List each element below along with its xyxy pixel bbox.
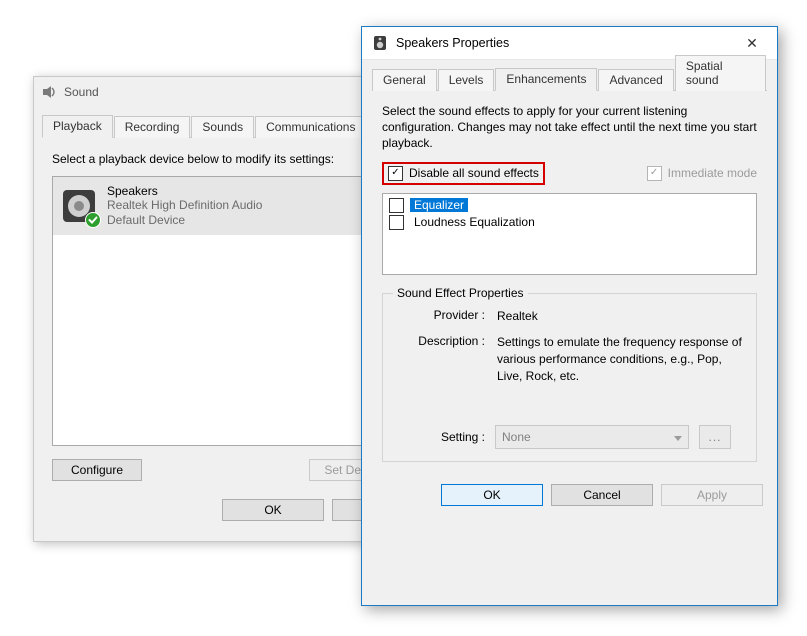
description-key: Description : xyxy=(395,334,485,384)
setting-combo: None xyxy=(495,425,689,449)
immediate-mode-checkbox: ✓ xyxy=(647,166,662,181)
effects-list[interactable]: Equalizer Loudness Equalization xyxy=(382,193,757,275)
close-button[interactable]: ✕ xyxy=(737,35,767,52)
speaker-device-icon xyxy=(61,188,97,224)
tab-communications[interactable]: Communications xyxy=(255,116,366,138)
default-device-tick-icon xyxy=(85,212,101,228)
description-value: Settings to emulate the frequency respon… xyxy=(497,334,744,384)
tab-spatial-sound[interactable]: Spatial sound xyxy=(675,55,766,91)
device-text: Speakers Realtek High Definition Audio D… xyxy=(107,184,262,228)
properties-apply-button: Apply xyxy=(661,484,763,506)
properties-cancel-button[interactable]: Cancel xyxy=(551,484,653,506)
disable-all-effects-checkbox[interactable]: ✓ xyxy=(388,166,403,181)
immediate-mode-label: Immediate mode xyxy=(668,166,757,180)
sound-ok-button[interactable]: OK xyxy=(222,499,324,521)
effect-equalizer-checkbox[interactable] xyxy=(389,198,404,213)
chevron-down-icon xyxy=(674,430,682,444)
tab-recording[interactable]: Recording xyxy=(114,116,191,138)
effect-equalizer-label: Equalizer xyxy=(410,198,468,212)
enhancements-description: Select the sound effects to apply for yo… xyxy=(382,103,757,152)
tab-advanced[interactable]: Advanced xyxy=(598,69,673,91)
properties-footer: OK Cancel Apply xyxy=(362,470,777,520)
tab-enhancements[interactable]: Enhancements xyxy=(495,68,597,91)
device-status: Default Device xyxy=(107,213,262,228)
volume-icon xyxy=(42,84,58,100)
setting-combo-value: None xyxy=(502,430,531,444)
speakers-properties-window: Speakers Properties ✕ General Levels Enh… xyxy=(361,26,778,606)
device-driver: Realtek High Definition Audio xyxy=(107,198,262,213)
device-name: Speakers xyxy=(107,184,262,198)
effect-loudness-checkbox[interactable] xyxy=(389,215,404,230)
provider-value: Realtek xyxy=(497,308,744,325)
configure-button[interactable]: Configure xyxy=(52,459,142,481)
sound-title: Sound xyxy=(64,85,99,99)
properties-ok-button[interactable]: OK xyxy=(441,484,543,506)
disable-all-effects-label: Disable all sound effects xyxy=(409,166,539,180)
effect-loudness-equalization[interactable]: Loudness Equalization xyxy=(389,215,750,230)
provider-key: Provider : xyxy=(395,308,485,325)
tab-levels[interactable]: Levels xyxy=(438,69,495,91)
setting-key: Setting : xyxy=(395,430,485,444)
effect-loudness-label: Loudness Equalization xyxy=(410,215,539,229)
properties-title: Speakers Properties xyxy=(396,36,737,50)
enhancements-panel: Select the sound effects to apply for yo… xyxy=(372,91,767,470)
effect-equalizer[interactable]: Equalizer xyxy=(389,198,750,213)
group-legend: Sound Effect Properties xyxy=(393,286,528,300)
sound-effect-properties-group: Sound Effect Properties Provider : Realt… xyxy=(382,293,757,462)
tab-playback[interactable]: Playback xyxy=(42,115,113,138)
speaker-titlebar-icon xyxy=(372,35,388,51)
close-icon: ✕ xyxy=(746,35,758,51)
setting-more-button: ... xyxy=(699,425,731,449)
tab-sounds[interactable]: Sounds xyxy=(191,116,254,138)
properties-body: General Levels Enhancements Advanced Spa… xyxy=(362,60,777,470)
tab-general[interactable]: General xyxy=(372,69,437,91)
properties-tabstrip: General Levels Enhancements Advanced Spa… xyxy=(372,68,767,91)
disable-all-highlight: ✓ Disable all sound effects xyxy=(382,162,545,185)
